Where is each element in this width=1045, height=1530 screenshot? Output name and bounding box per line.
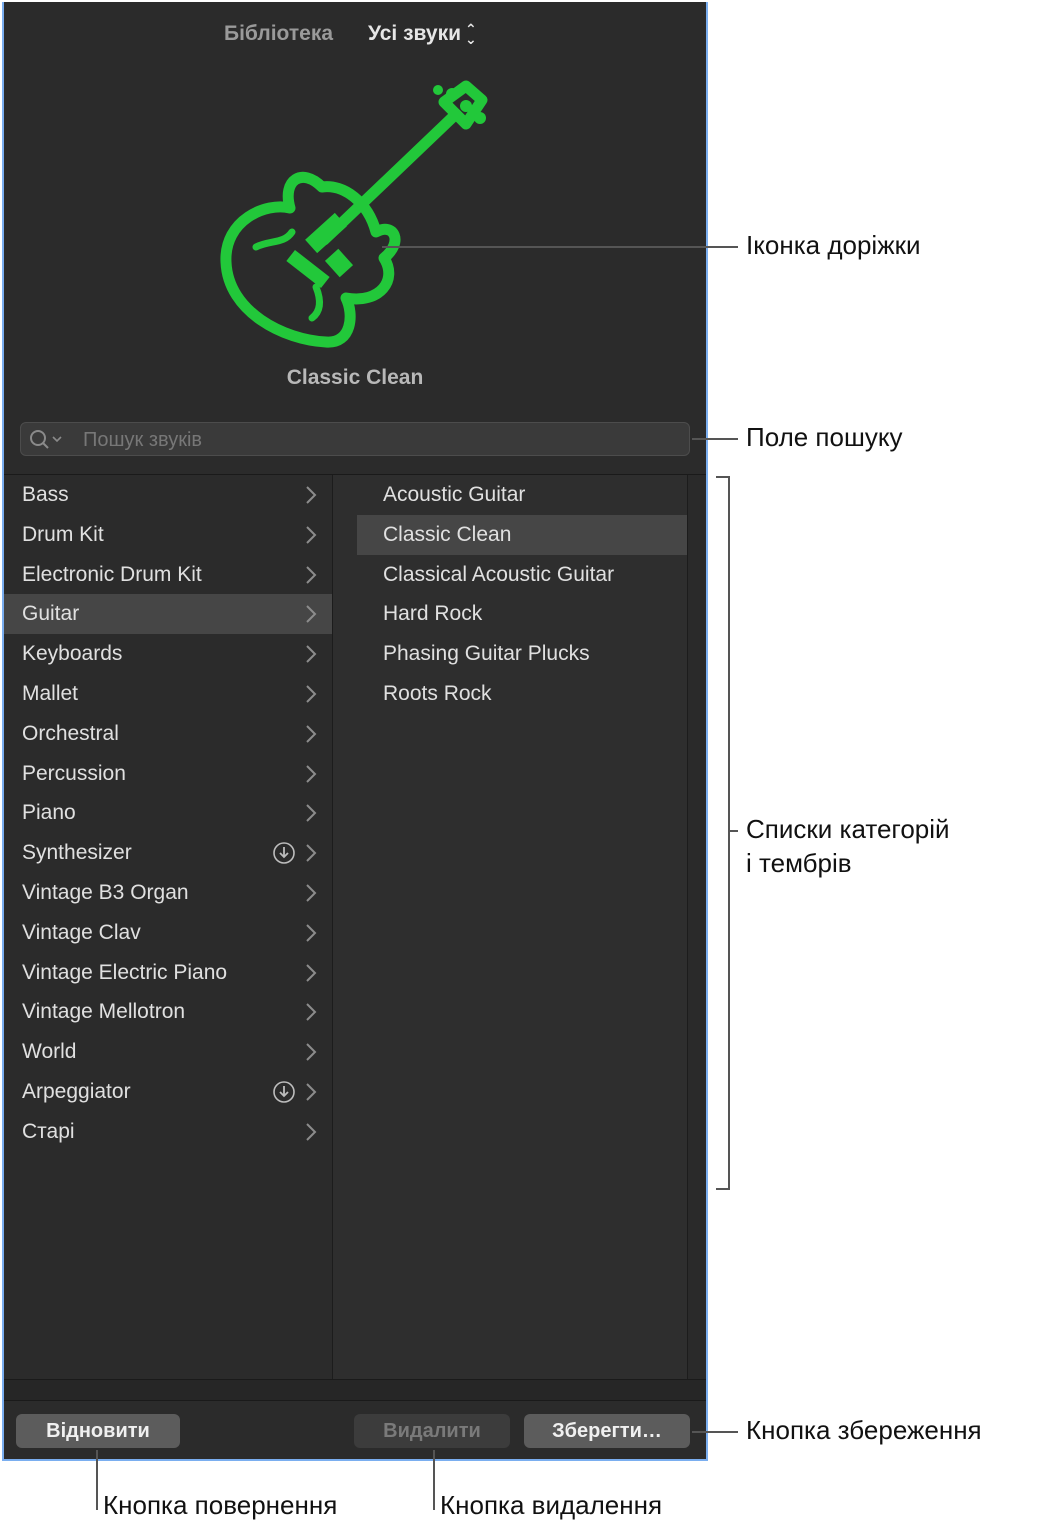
chevron-right-icon: [306, 1123, 317, 1141]
chevron-right-icon: [306, 1083, 317, 1101]
category-label: Vintage Electric Piano: [22, 960, 228, 984]
callout-delete-button: Кнопка видалення: [440, 1490, 663, 1520]
chevron-right-icon: [306, 844, 317, 862]
category-list[interactable]: Bass Drum Kit Electronic Drum Kit Guitar Key…: [4, 475, 332, 1379]
category-item[interactable]: Electronic Drum Kit: [4, 555, 332, 595]
download-icon[interactable]: [272, 1080, 296, 1104]
patch-list[interactable]: Acoustic Guitar Classic Clean Classical Ac…: [333, 475, 687, 1379]
chevron-right-icon: [306, 526, 317, 544]
callout-search-field: Поле пошуку: [746, 422, 903, 452]
chevron-right-icon: [306, 565, 317, 584]
save-button[interactable]: Зберегти…: [524, 1414, 690, 1448]
callout-line: [730, 830, 738, 832]
callout-bracket: [728, 476, 730, 1190]
category-item[interactable]: Старі: [4, 1112, 332, 1152]
chevron-right-icon: [306, 685, 317, 703]
chevron-right-icon: [306, 1043, 317, 1061]
category-item[interactable]: Keyboards: [4, 634, 332, 674]
chevron-right-icon: [306, 804, 317, 823]
chevron-right-icon: [306, 645, 317, 663]
callout-bracket: [716, 1188, 730, 1190]
revert-button[interactable]: Відновити: [16, 1414, 180, 1448]
scrollbar-track[interactable]: [688, 475, 706, 1379]
patch-item[interactable]: Classical Acoustic Guitar: [357, 555, 687, 595]
sound-filter-popup[interactable]: Усі звуки ⌃ ⌄: [368, 22, 477, 46]
callout-line: [692, 438, 738, 440]
category-item[interactable]: Guitar: [4, 594, 332, 635]
patch-label: Classic Clean: [383, 522, 512, 546]
category-label: Vintage B3 Organ: [22, 881, 189, 904]
category-label: Arpeggiator: [22, 1080, 131, 1103]
sound-filter-label: Усі звуки: [368, 22, 462, 45]
chevron-right-icon: [306, 486, 317, 504]
download-icon[interactable]: [272, 841, 296, 865]
category-label: Vintage Mellotron: [22, 1000, 186, 1024]
category-item[interactable]: Mallet: [4, 674, 332, 714]
callout-line: [692, 1431, 738, 1433]
callout-line: [96, 1450, 98, 1510]
category-item[interactable]: Piano: [4, 793, 332, 833]
search-field[interactable]: [20, 422, 690, 457]
chevron-right-icon: [306, 764, 317, 783]
category-label: Synthesizer: [22, 841, 132, 865]
patch-item[interactable]: Hard Rock: [357, 594, 687, 634]
category-label: Piano: [22, 801, 76, 825]
category-label: Mallet: [22, 682, 79, 705]
delete-button[interactable]: Видалити: [354, 1414, 510, 1448]
category-label: Guitar: [22, 602, 80, 626]
callout-revert-button: Кнопка повернення: [103, 1490, 338, 1520]
patch-label: Classical Acoustic Guitar: [383, 562, 615, 586]
category-label: World: [22, 1040, 77, 1064]
chevron-right-icon: [306, 605, 317, 624]
patch-label: Acoustic Guitar: [383, 483, 526, 506]
patch-name: Classic Clean: [286, 366, 424, 389]
library-panel: Бібліотека Усі звуки ⌃ ⌄ Classic Clean П…: [2, 2, 708, 1461]
patch-item[interactable]: Classic Clean: [357, 514, 687, 555]
category-label: Bass: [22, 483, 69, 506]
divider: [4, 1379, 706, 1401]
category-label: Vintage Clav: [22, 920, 141, 944]
patch-label: Phasing Guitar Plucks: [383, 642, 590, 666]
category-item[interactable]: Arpeggiator: [4, 1072, 332, 1112]
chevron-right-icon: [306, 963, 317, 982]
callout-save-button: Кнопка збереження: [746, 1415, 982, 1445]
category-item[interactable]: Percussion: [4, 754, 332, 794]
category-item[interactable]: Vintage Clav: [4, 913, 332, 953]
patch-label: Hard Rock: [383, 602, 483, 626]
patch-item[interactable]: Phasing Guitar Plucks: [357, 634, 687, 674]
category-label: Percussion: [22, 761, 126, 785]
search-input[interactable]: [81, 423, 685, 457]
category-item[interactable]: Vintage Mellotron: [4, 992, 332, 1032]
category-label: Electronic Drum Kit: [22, 562, 202, 586]
callout-track-icon: Іконка доріжки: [746, 230, 921, 260]
guitar-icon: [220, 80, 488, 348]
patch-item[interactable]: Roots Rock: [357, 674, 687, 714]
category-label: Drum Kit: [22, 522, 104, 546]
category-item[interactable]: Vintage Electric Piano: [4, 953, 332, 993]
category-label: Orchestral: [22, 721, 119, 745]
category-item[interactable]: Drum Kit: [4, 515, 332, 555]
callout-lists-line1: Списки категорій: [746, 814, 950, 844]
chevron-right-icon: [306, 924, 317, 942]
chevron-right-icon: [306, 884, 317, 902]
footer-bar: Відновити Видалити Зберегти…: [4, 1401, 706, 1459]
category-item[interactable]: Bass: [4, 475, 332, 515]
callout-lists-line2: і тембрів: [746, 848, 852, 878]
search-icon: [30, 430, 62, 449]
patch-item[interactable]: Acoustic Guitar: [357, 475, 687, 515]
category-label: Keyboards: [22, 642, 123, 666]
category-item[interactable]: Synthesizer: [4, 833, 332, 873]
category-item[interactable]: Vintage B3 Organ: [4, 873, 332, 913]
chevron-right-icon: [306, 1003, 317, 1022]
callout-line: [433, 1450, 435, 1510]
library-title: Бібліотека: [224, 22, 334, 45]
category-item[interactable]: World: [4, 1032, 332, 1072]
patch-label: Roots Rock: [383, 682, 492, 705]
category-label: Старі: [22, 1119, 75, 1143]
callout-line: [382, 246, 738, 248]
updown-chevron-icon: ⌃ ⌄: [465, 21, 477, 48]
category-item[interactable]: Orchestral: [4, 714, 332, 754]
chevron-right-icon: [306, 725, 317, 743]
